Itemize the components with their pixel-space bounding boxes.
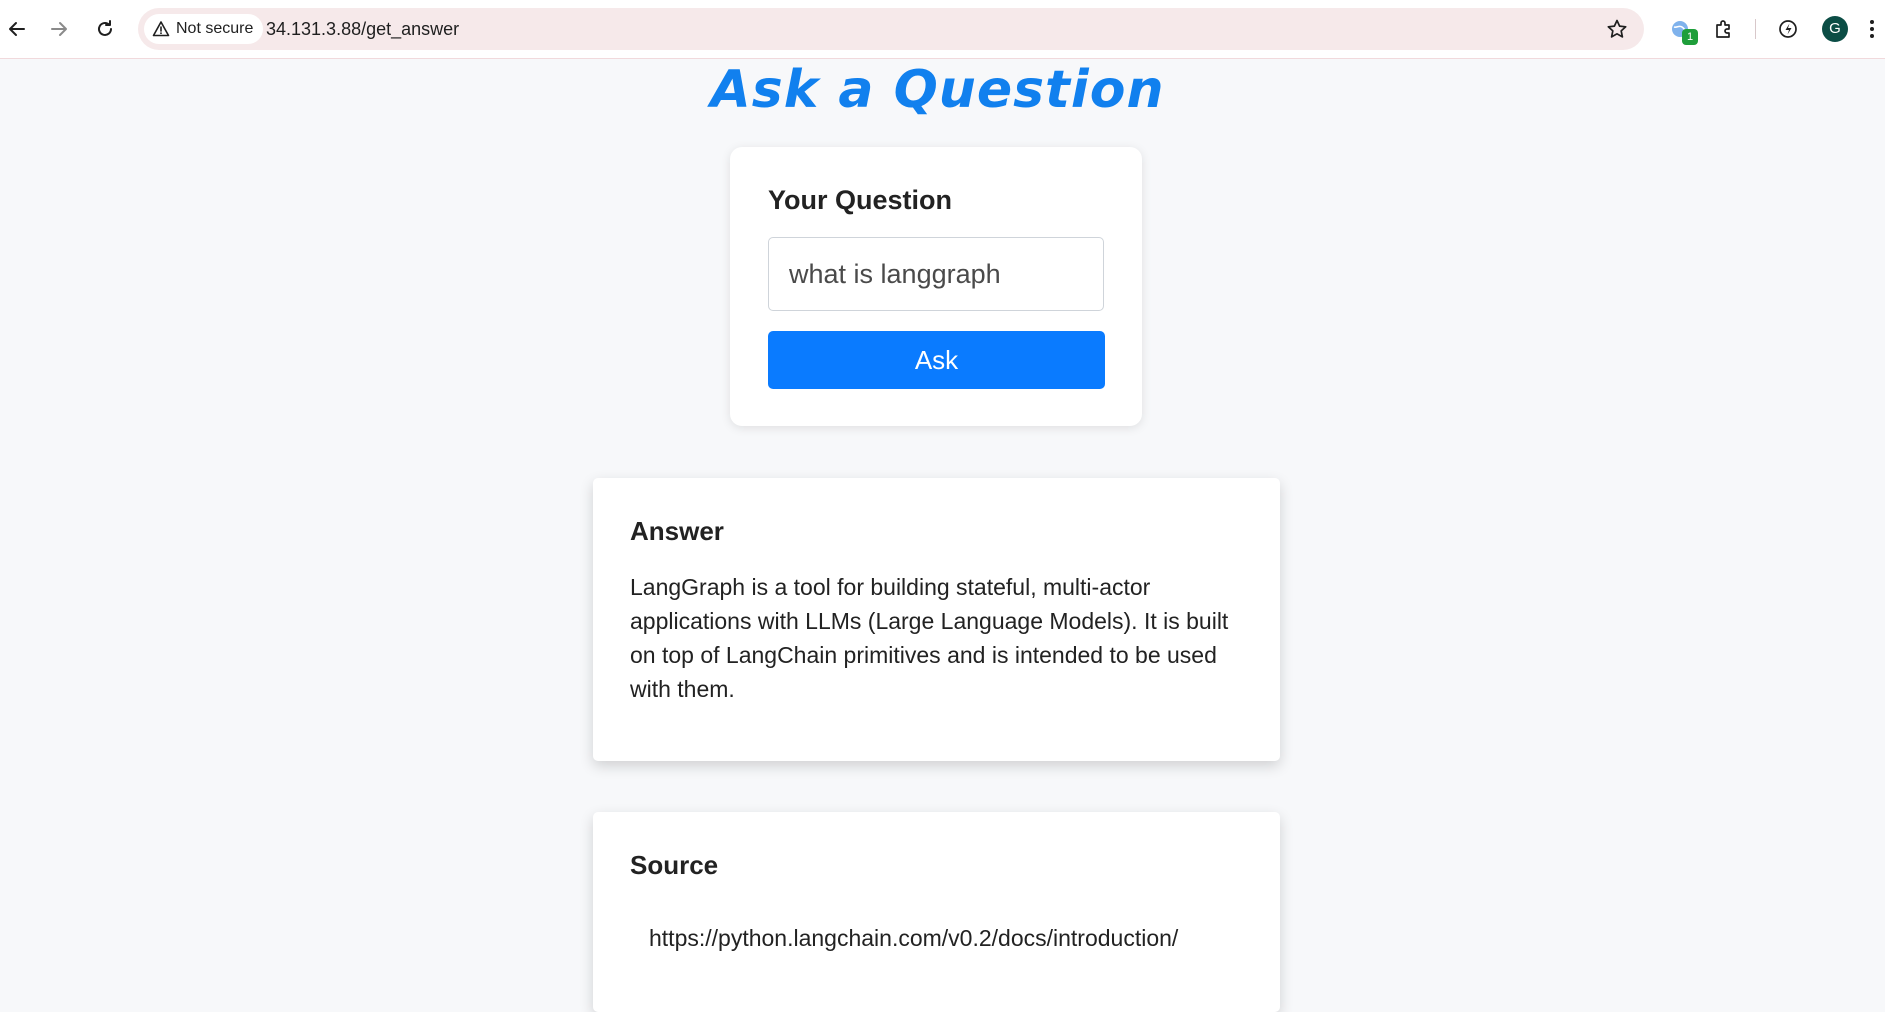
arrow-left-icon <box>9 22 25 36</box>
toolbar-divider <box>1755 19 1756 39</box>
question-label: Your Question <box>768 185 953 215</box>
reload-icon <box>98 20 112 36</box>
star-icon <box>1607 19 1627 38</box>
profile-avatar[interactable]: G <box>1822 16 1848 42</box>
answer-card: Answer LangGraph is a tool for building … <box>593 478 1280 761</box>
source-heading: Source <box>630 850 719 880</box>
security-label: Not secure <box>176 20 254 37</box>
question-form-card: Your Question Ask <box>730 147 1142 426</box>
browser-toolbar: Not secure 34.131.3.88/get_answer 1 G <box>0 0 1885 59</box>
browser-menu-button[interactable] <box>1862 13 1882 45</box>
question-input[interactable] <box>768 237 1104 311</box>
forward-button[interactable] <box>42 12 76 46</box>
speedometer-icon <box>1779 20 1797 38</box>
extension-badge: 1 <box>1682 29 1698 45</box>
arrow-right-icon <box>51 22 67 36</box>
reload-button[interactable] <box>88 12 122 46</box>
url-text[interactable]: 34.131.3.88/get_answer <box>266 8 459 50</box>
answer-text: LangGraph is a tool for building statefu… <box>630 574 1229 702</box>
security-indicator[interactable]: Not secure <box>144 14 264 44</box>
page-title: Ask a Question <box>710 60 1165 120</box>
extensions-button[interactable] <box>1708 13 1740 45</box>
source-url[interactable]: https://python.langchain.com/v0.2/docs/i… <box>649 925 1178 952</box>
address-bar[interactable]: Not secure 34.131.3.88/get_answer <box>138 8 1644 50</box>
source-card: Source https://python.langchain.com/v0.2… <box>593 812 1280 1012</box>
extension-button[interactable]: 1 <box>1664 13 1698 45</box>
back-button[interactable] <box>0 12 34 46</box>
performance-button[interactable] <box>1772 13 1804 45</box>
bookmark-star-button[interactable] <box>1604 16 1630 42</box>
answer-heading: Answer <box>630 516 724 546</box>
ask-button[interactable]: Ask <box>768 331 1105 389</box>
warning-icon <box>152 21 170 37</box>
kebab-menu-icon <box>1870 20 1874 38</box>
puzzle-icon <box>1716 20 1730 38</box>
